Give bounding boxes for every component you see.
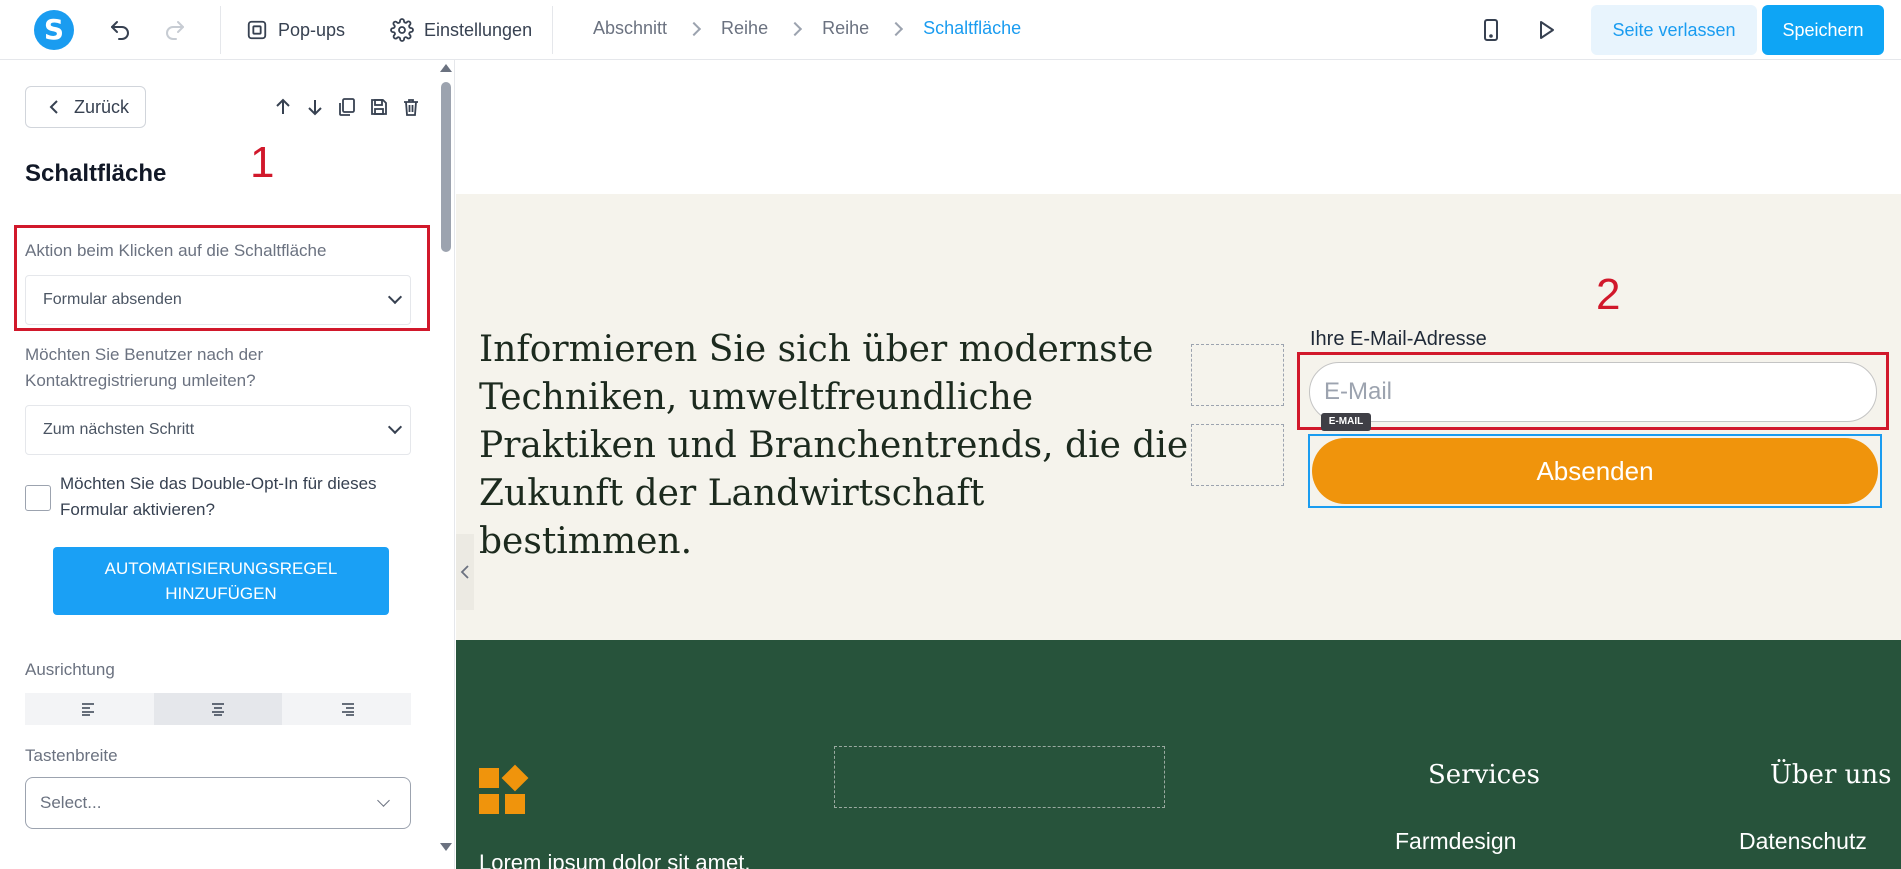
duplicate-icon[interactable]	[336, 96, 358, 118]
selected-button-outline: Absenden	[1308, 434, 1882, 508]
settings-label: Einstellungen	[424, 19, 533, 40]
breadcrumb: Abschnitt Reihe Reihe Schaltfläche	[593, 18, 1021, 39]
chevron-right-icon	[686, 21, 702, 36]
popups-label: Pop-ups	[278, 19, 346, 40]
save-button[interactable]: Speichern	[1762, 5, 1884, 55]
play-preview-icon[interactable]	[1532, 16, 1560, 44]
footer-link-datenschutz[interactable]: Datenschutz	[1739, 828, 1867, 855]
click-action-label: Aktion beim Klicken auf die Schaltfläche	[25, 241, 327, 260]
newsletter-headline: Informieren Sie sich über modernste Tech…	[479, 329, 1189, 562]
toolbar-divider	[552, 6, 553, 54]
footer-text: Lorem ipsum dolor sit amet,	[479, 850, 751, 869]
app-logo[interactable]: S	[34, 10, 74, 50]
element-tools	[272, 96, 422, 118]
double-opt-in-label: Möchten Sie das Double-Opt-In für dieses…	[60, 474, 377, 519]
redirect-label: Möchten Sie Benutzer nach der Kontaktreg…	[25, 345, 264, 390]
footer-about-heading: Über uns	[1770, 760, 1892, 790]
panel-scrollbar[interactable]	[437, 60, 454, 869]
add-automation-rule-button[interactable]: AUTOMATISIERUNGSREGEL HINZUFÜGEN	[53, 547, 389, 615]
settings-button[interactable]: Einstellungen	[390, 14, 532, 46]
back-label: Zurück	[74, 96, 130, 117]
email-field-label: Ihre E-Mail-Adresse	[1310, 328, 1487, 350]
align-right-button[interactable]	[282, 693, 411, 725]
annotation-marker-1: 1	[250, 138, 275, 187]
button-width-placeholder: Select...	[40, 793, 102, 812]
trash-icon[interactable]	[400, 96, 422, 118]
chevron-right-icon	[788, 21, 803, 36]
chevron-left-icon	[49, 100, 58, 114]
panel-title: Schaltfläche	[25, 160, 167, 187]
click-action-value: Formular absenden	[43, 291, 182, 308]
chevron-down-icon	[387, 419, 403, 435]
email-field-badge: E-MAIL	[1321, 413, 1371, 431]
breadcrumb-button[interactable]: Schaltfläche	[923, 18, 1021, 39]
redo-icon[interactable]	[161, 16, 189, 44]
chevron-left-icon	[460, 565, 469, 579]
redirect-value: Zum nächsten Schritt	[43, 421, 195, 438]
breadcrumb-row[interactable]: Reihe	[721, 18, 768, 39]
scroll-up-arrow-icon[interactable]	[440, 64, 452, 72]
page-canvas: Informieren Sie sich über modernste Tech…	[456, 60, 1901, 869]
breadcrumb-row-inner[interactable]: Reihe	[822, 18, 869, 39]
scrollbar-thumb[interactable]	[441, 82, 451, 252]
collapse-panel-button[interactable]	[456, 534, 474, 610]
popups-button[interactable]: Pop-ups	[246, 14, 345, 46]
chevron-down-icon	[377, 794, 390, 807]
click-action-select[interactable]: Formular absenden	[25, 275, 411, 325]
double-opt-in-checkbox[interactable]	[25, 485, 51, 511]
email-placeholder: E-Mail	[1324, 378, 1393, 405]
align-left-icon	[82, 703, 95, 716]
align-center-icon	[212, 703, 224, 716]
email-input[interactable]: E-Mail	[1309, 362, 1877, 422]
submit-button[interactable]: Absenden	[1312, 438, 1878, 504]
empty-column-placeholder[interactable]	[834, 746, 1165, 808]
annotation-marker-2: 2	[1596, 270, 1621, 319]
top-toolbar: S Pop-ups Einstellungen Abschnitt Reihe …	[0, 0, 1901, 60]
alignment-toggle	[25, 693, 411, 725]
move-down-icon[interactable]	[304, 96, 326, 118]
redirect-select[interactable]: Zum nächsten Schritt	[25, 405, 411, 455]
align-left-button[interactable]	[25, 693, 154, 725]
footer-section[interactable]: Lorem ipsum dolor sit amet, Services Far…	[456, 640, 1901, 869]
back-button[interactable]: Zurück	[25, 86, 146, 128]
popup-icon	[247, 20, 267, 40]
empty-column-placeholder[interactable]	[1191, 344, 1284, 406]
chevron-down-icon	[387, 289, 403, 305]
footer-logo-icon	[479, 764, 529, 814]
footer-services-heading: Services	[1428, 760, 1540, 790]
align-center-button[interactable]	[153, 693, 283, 725]
undo-icon[interactable]	[106, 16, 134, 44]
empty-column-placeholder[interactable]	[1191, 424, 1284, 486]
newsletter-section[interactable]: Informieren Sie sich über modernste Tech…	[456, 194, 1901, 640]
gear-icon	[390, 18, 414, 42]
toolbar-divider	[220, 6, 221, 54]
save-template-icon[interactable]	[368, 96, 390, 118]
breadcrumb-section[interactable]: Abschnitt	[593, 18, 667, 39]
settings-panel: Zurück Schaltfläche 1 Aktion beim Klicke…	[0, 60, 455, 869]
move-up-icon[interactable]	[272, 96, 294, 118]
button-width-select[interactable]: Select...	[25, 777, 411, 829]
button-width-label: Tastenbreite	[25, 746, 118, 765]
mobile-preview-icon[interactable]	[1477, 16, 1505, 44]
alignment-label: Ausrichtung	[25, 660, 115, 679]
chevron-right-icon	[889, 21, 904, 36]
align-right-icon	[341, 703, 354, 716]
scroll-down-arrow-icon[interactable]	[440, 843, 452, 851]
footer-link-farmdesign[interactable]: Farmdesign	[1395, 828, 1516, 855]
leave-page-button[interactable]: Seite verlassen	[1591, 5, 1757, 55]
